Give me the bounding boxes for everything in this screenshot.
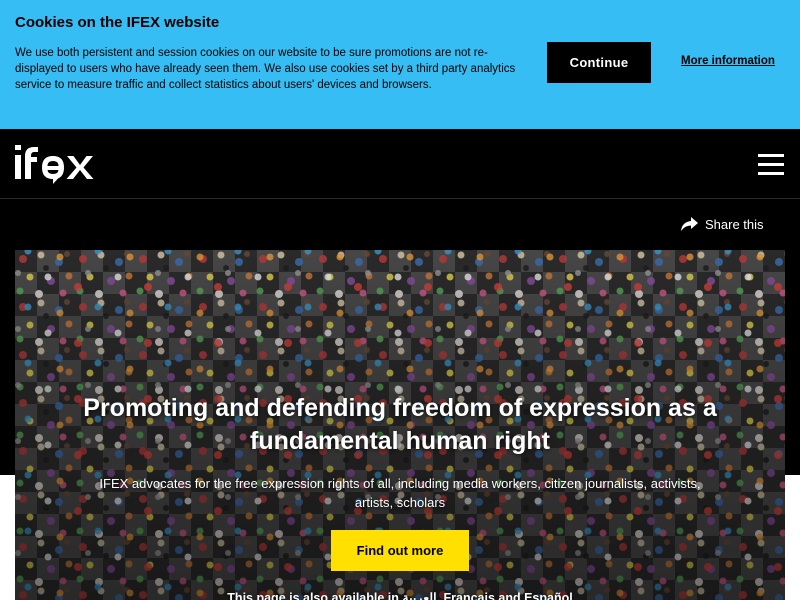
find-out-more-button[interactable]: Find out more — [331, 530, 469, 571]
cookie-more-information-link[interactable]: More information — [681, 55, 775, 67]
cookie-continue-button[interactable]: Continue — [547, 42, 651, 83]
share-this-label: Share this — [705, 216, 764, 232]
site-header — [0, 129, 800, 199]
cookie-banner: Cookies on the IFEX website We use both … — [0, 0, 800, 129]
hamburger-menu-icon[interactable] — [758, 154, 786, 176]
hero-title: Promoting and defending freedom of expre… — [83, 394, 717, 455]
share-this-link[interactable]: Share this — [681, 214, 764, 234]
share-arrow-icon — [681, 217, 698, 231]
hero-subtitle: IFEX advocates for the free expression r… — [99, 476, 701, 510]
cookie-banner-title: Cookies on the IFEX website — [15, 14, 220, 31]
hero-banner: Promoting and defending freedom of expre… — [15, 250, 785, 600]
language-availability-note: This page is also available in ﺍﻟﻌﺮﺑﻴﺔ, … — [227, 591, 573, 600]
ifex-logo[interactable] — [15, 144, 97, 184]
cookie-banner-text: We use both persistent and session cooki… — [15, 47, 516, 91]
